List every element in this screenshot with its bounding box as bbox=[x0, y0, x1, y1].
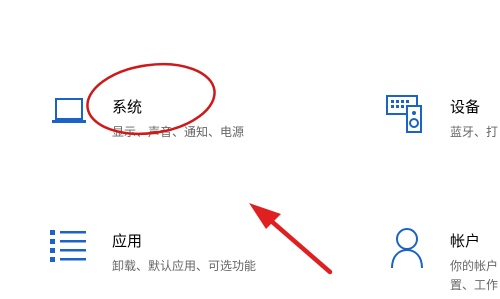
tile-description-accounts-line1: 你的帐户 bbox=[450, 259, 499, 273]
tile-description-accounts-line2: 置、工作 bbox=[450, 278, 499, 292]
settings-tile-accounts[interactable]: 帐户 你的帐户 置、工作 bbox=[385, 222, 500, 299]
laptop-icon bbox=[50, 96, 88, 130]
tile-title-apps: 应用 bbox=[112, 232, 143, 250]
person-icon bbox=[389, 226, 425, 274]
tile-description-system: 显示、声音、通知、电源 bbox=[112, 125, 245, 139]
settings-tile-system[interactable]: 系统 显示、声音、通知、电源 bbox=[40, 88, 340, 148]
settings-tile-devices[interactable]: 设备 蓝牙、打 bbox=[385, 88, 500, 148]
apps-list-icon bbox=[48, 228, 88, 272]
settings-tile-apps[interactable]: 应用 卸载、默认应用、可选功能 bbox=[40, 222, 340, 282]
tile-description-devices: 蓝牙、打 bbox=[450, 125, 499, 139]
keyboard-speaker-icon bbox=[385, 94, 427, 140]
tile-title-devices: 设备 bbox=[450, 98, 481, 116]
tile-description-apps: 卸载、默认应用、可选功能 bbox=[112, 259, 257, 273]
tile-title-system: 系统 bbox=[112, 98, 143, 116]
tile-title-accounts: 帐户 bbox=[450, 232, 481, 250]
